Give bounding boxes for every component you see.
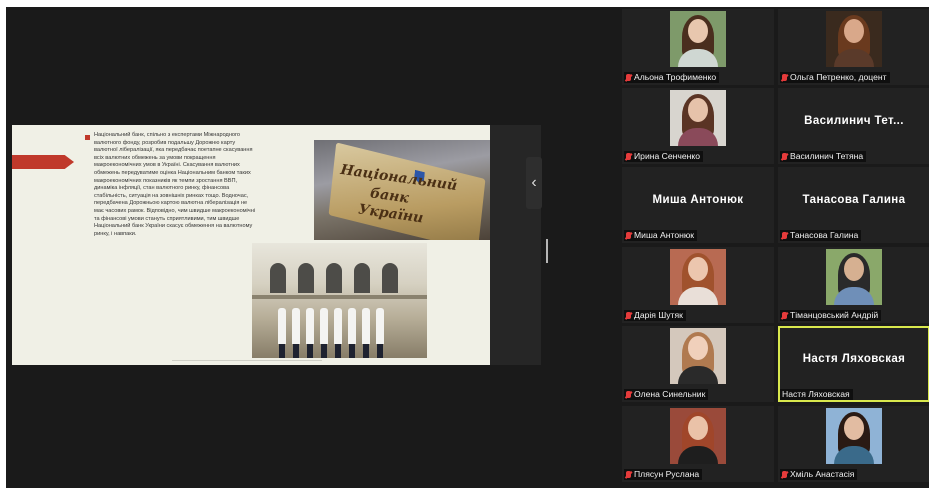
arch <box>326 263 342 293</box>
participant-tile[interactable]: Хміль Анастасія <box>778 406 929 482</box>
participant-tile[interactable]: Дарія Шутяк <box>622 247 774 323</box>
participant-name: Настя Ляховская <box>782 389 850 399</box>
face <box>844 257 864 281</box>
participant-tile[interactable]: Василинич Тет... Василинич Тетяна <box>778 88 929 164</box>
shared-screen-area: Національний банк, спільно з експертами … <box>6 7 616 488</box>
person <box>362 308 370 358</box>
participant-video <box>826 11 882 67</box>
face <box>844 416 864 440</box>
participant-name: Дарія Шутяк <box>634 310 683 320</box>
person <box>292 308 300 358</box>
chevron-left-icon: ‹ <box>531 174 537 191</box>
face <box>688 336 708 360</box>
muted-mic-icon <box>626 74 631 81</box>
participant-name-tag: Настя Ляховская <box>780 389 853 400</box>
participant-name: Олена Синельник <box>634 389 706 399</box>
participant-tile[interactable]: Танасова Галина Танасова Галина <box>778 167 929 243</box>
participant-video <box>670 249 726 305</box>
participant-tile[interactable]: Альона Трофименко <box>622 9 774 85</box>
bank-hall-group-photo <box>252 243 427 358</box>
participant-name-tag: Ольга Петренко, доцент <box>780 72 890 83</box>
participant-name-tag: Танасова Галина <box>780 230 862 241</box>
person <box>348 308 356 358</box>
participant-name: Танасова Галина <box>790 230 859 240</box>
collapse-panel-button[interactable]: ‹ <box>526 157 542 209</box>
participant-name-tag: Альона Трофименко <box>624 72 720 83</box>
bullet-icon <box>85 135 90 140</box>
participant-name-tag: Тіманцовський Андрій <box>780 310 882 321</box>
participant-display-name: Миша Антонюк <box>652 194 744 206</box>
participant-name-tag: Василинич Тетяна <box>780 151 867 162</box>
participant-video <box>670 408 726 464</box>
muted-mic-icon <box>782 74 787 81</box>
person <box>278 308 286 358</box>
presentation-slide: Національний банк, спільно з експертами … <box>12 125 490 365</box>
arch <box>354 263 370 293</box>
participant-display-name: Настя Ляховская <box>802 353 906 365</box>
arch <box>270 263 286 293</box>
participant-name-tag: Миша Антонюк <box>624 230 698 241</box>
muted-mic-icon <box>782 471 787 478</box>
person <box>334 308 342 358</box>
participant-name: Альона Трофименко <box>634 72 717 82</box>
participant-name-tag: Хміль Анастасія <box>780 469 858 480</box>
face <box>688 19 708 43</box>
face <box>844 19 864 43</box>
person <box>306 308 314 358</box>
balcony <box>252 295 427 299</box>
participant-name: Василинич Тетяна <box>790 151 864 161</box>
participant-video <box>670 11 726 67</box>
red-arrow-shape <box>12 155 74 169</box>
participant-name: Миша Антонюк <box>634 230 695 240</box>
muted-mic-icon <box>626 471 631 478</box>
muted-mic-icon <box>782 312 787 319</box>
participant-name: Ирина Сенченко <box>634 151 701 161</box>
participant-name: Тіманцовський Андрій <box>790 310 879 320</box>
participant-tile[interactable]: Ирина Сенченко <box>622 88 774 164</box>
face <box>688 98 708 122</box>
face <box>688 257 708 281</box>
participant-tile[interactable]: Плясун Руслана <box>622 406 774 482</box>
video-meeting-window: Національний банк, спільно з експертами … <box>6 7 929 488</box>
resize-handle[interactable] <box>546 239 548 263</box>
person <box>320 308 328 358</box>
participant-video <box>826 408 882 464</box>
face <box>688 416 708 440</box>
person <box>376 308 384 358</box>
arch <box>382 263 398 293</box>
muted-mic-icon <box>782 153 787 160</box>
participant-tile[interactable]: Ольга Петренко, доцент <box>778 9 929 85</box>
slide-footer-line <box>172 360 322 361</box>
participant-video <box>826 249 882 305</box>
arch <box>298 263 314 293</box>
muted-mic-icon <box>626 312 631 319</box>
slide-body-text: Національний банк, спільно з експертами … <box>94 132 256 237</box>
bank-sign-photo: Національний банк України <box>314 140 490 240</box>
participant-name-tag: Ирина Сенченко <box>624 151 704 162</box>
participant-name-tag: Плясун Руслана <box>624 469 703 480</box>
participant-tile[interactable]: Олена Синельник <box>622 326 774 402</box>
participant-name: Хміль Анастасія <box>790 469 855 479</box>
participant-gallery: Альона Трофименко Ольга Петренко, доцент И… <box>622 7 929 488</box>
muted-mic-icon <box>626 391 631 398</box>
participant-name-tag: Дарія Шутяк <box>624 310 686 321</box>
participant-tile[interactable]: Настя Ляховская Настя Ляховская <box>778 326 929 402</box>
muted-mic-icon <box>626 232 631 239</box>
participant-name: Ольга Петренко, доцент <box>790 72 887 82</box>
muted-mic-icon <box>782 232 787 239</box>
participant-video <box>670 328 726 384</box>
participant-name-tag: Олена Синельник <box>624 389 709 400</box>
participant-tile[interactable]: Миша Антонюк Миша Антонюк <box>622 167 774 243</box>
muted-mic-icon <box>626 153 631 160</box>
participant-display-name: Танасова Галина <box>802 194 906 206</box>
participant-tile[interactable]: Тіманцовський Андрій <box>778 247 929 323</box>
participant-display-name: Василинич Тет... <box>804 115 904 127</box>
participant-name: Плясун Руслана <box>634 469 700 479</box>
participant-video <box>670 90 726 146</box>
